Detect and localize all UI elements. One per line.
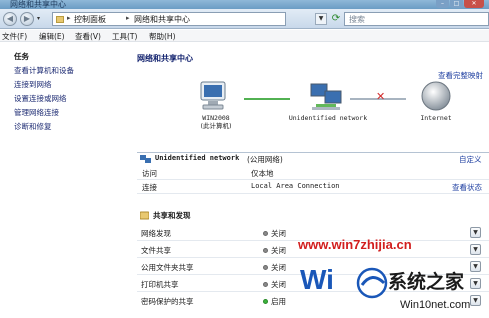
- breadcrumb-separator-icon[interactable]: ▸: [67, 14, 71, 22]
- task-connect-network[interactable]: 连接到网络: [14, 79, 52, 90]
- computer-sub-label: (此计算机): [200, 122, 232, 130]
- task-pane: 任务 查看计算机和设备 连接到网络 设置连接或网络 管理网络连接 诊断和修复: [0, 43, 130, 318]
- status-off-icon: [263, 282, 268, 287]
- address-field[interactable]: ▸ 控制面板 ▸ 网络和共享中心: [52, 12, 286, 26]
- file-sharing-status: 关闭: [263, 245, 286, 256]
- internet-globe-icon[interactable]: [420, 80, 452, 112]
- access-label: 访问: [142, 169, 157, 178]
- public-folder-sharing-label: 公用文件夹共享: [141, 263, 194, 272]
- menu-file[interactable]: 文件(F): [2, 31, 27, 42]
- broken-connection-icon: ✕: [376, 90, 386, 103]
- printer-sharing-label: 打印机共享: [141, 280, 179, 289]
- back-button[interactable]: ◀: [3, 12, 17, 26]
- connected-link-line: [244, 98, 290, 100]
- sharing-icon: [140, 211, 149, 220]
- breadcrumb-separator-icon[interactable]: ▸: [126, 14, 130, 22]
- forward-arrow-icon: ▶: [23, 14, 31, 23]
- watermark-brand-partial: Wi: [300, 264, 334, 295]
- printer-sharing-status: 关闭: [263, 279, 286, 290]
- breadcrumb-network-center[interactable]: 网络和共享中心: [134, 14, 190, 25]
- status-off-icon: [263, 248, 268, 253]
- network-name: Unidentified network: [155, 154, 240, 162]
- breadcrumb-control-panel[interactable]: 控制面板: [74, 14, 106, 25]
- public-folder-sharing-status: 关闭: [263, 262, 286, 273]
- maximize-button[interactable]: □: [450, 0, 463, 8]
- small-network-icon: [140, 155, 151, 163]
- task-diagnose-repair[interactable]: 诊断和修复: [14, 121, 52, 132]
- watermark-brand-url: Win10net.com: [400, 299, 470, 311]
- refresh-icon[interactable]: ⟳: [329, 13, 343, 25]
- tasks-heading: 任务: [14, 52, 29, 61]
- status-off-icon: [263, 231, 268, 236]
- network-section-header: Unidentified network (公用网络) 自定义: [137, 152, 489, 164]
- computer-icon[interactable]: [198, 80, 230, 114]
- view-status-link[interactable]: 查看状态: [452, 182, 482, 193]
- task-manage-connections[interactable]: 管理网络连接: [14, 107, 59, 118]
- customize-link[interactable]: 自定义: [459, 154, 482, 165]
- task-view-computers[interactable]: 查看计算机和设备: [14, 65, 74, 76]
- computer-name-label: WIN2008: [202, 114, 230, 122]
- password-sharing-label: 密码保护的共享: [141, 297, 194, 306]
- password-sharing-status: 启用: [263, 296, 286, 307]
- watermark-brand-cn: 系统之家: [388, 270, 465, 293]
- menu-bar: 文件(F) 编辑(E) 查看(V) 工具(T) 帮助(H): [0, 30, 489, 42]
- back-arrow-icon: ◀: [6, 14, 14, 23]
- network-discovery-expand-button[interactable]: ▼: [470, 227, 481, 238]
- access-value: 仅本地: [251, 169, 274, 178]
- task-setup-connection[interactable]: 设置连接或网络: [14, 93, 67, 104]
- connection-label: 连接: [142, 183, 157, 192]
- menu-help[interactable]: 帮助(H): [149, 31, 176, 42]
- network-icon[interactable]: [308, 82, 344, 112]
- network-discovery-status: 关闭: [263, 228, 286, 239]
- page-title: 网络和共享中心: [137, 54, 193, 63]
- row-divider: [137, 257, 489, 258]
- status-on-icon: [263, 299, 268, 304]
- internet-label: Internet: [420, 114, 452, 122]
- row-divider: [137, 193, 489, 194]
- address-dropdown-button[interactable]: ▼: [315, 13, 327, 25]
- close-button[interactable]: ✕: [464, 0, 484, 8]
- network-type: (公用网络): [247, 155, 283, 164]
- watermark-logo: Wi 系统之家 Win10net.com: [300, 264, 470, 311]
- menu-tools[interactable]: 工具(T): [112, 31, 137, 42]
- menu-edit[interactable]: 编辑(E): [39, 31, 65, 42]
- control-panel-folder-icon: [56, 16, 64, 23]
- watermark-url: www.win7zhijia.cn: [298, 237, 412, 252]
- network-discovery-label: 网络发现: [141, 229, 171, 238]
- sharing-heading: 共享和发现: [153, 211, 191, 220]
- history-dropdown-icon[interactable]: ▾: [37, 15, 40, 22]
- connection-value[interactable]: Local Area Connection: [251, 182, 340, 190]
- forward-button[interactable]: ▶: [20, 12, 34, 26]
- row-divider: [137, 179, 489, 180]
- menu-view[interactable]: 查看(V): [75, 31, 101, 42]
- search-input[interactable]: 搜索: [344, 12, 489, 26]
- title-bar: 网络和共享中心 – □ ✕: [0, 0, 489, 9]
- file-sharing-label: 文件共享: [141, 246, 171, 255]
- status-off-icon: [263, 265, 268, 270]
- file-sharing-expand-button[interactable]: ▼: [470, 244, 481, 255]
- network-map-label: Unidentified network: [288, 114, 368, 122]
- minimize-button[interactable]: –: [436, 0, 449, 8]
